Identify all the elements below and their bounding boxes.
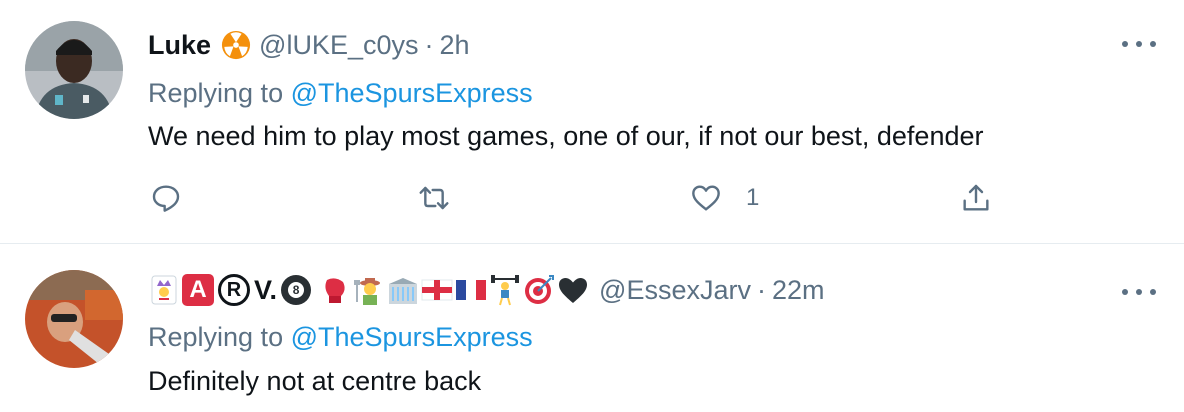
tweet-text: Definitely not at centre back	[148, 366, 482, 396]
retweet-icon	[419, 186, 449, 210]
eight-ball-icon: 8	[281, 275, 312, 305]
separator: ·	[424, 29, 434, 60]
handle[interactable]: @lUKE_c0ys	[259, 30, 418, 61]
more-options-icon[interactable]	[1122, 34, 1156, 54]
reply-button[interactable]	[150, 182, 206, 214]
handle[interactable]: @EssexJarv	[599, 275, 751, 306]
name-text: V.	[254, 274, 278, 305]
like-count: 1	[746, 184, 760, 211]
replying-to: Replying to @TheSpursExpress	[148, 322, 533, 353]
black-heart-icon	[557, 274, 589, 306]
direct-hit-icon	[523, 274, 555, 306]
avatar[interactable]	[25, 270, 123, 368]
tweet-header: A R V. 8 @EssexJarv · 22m	[148, 272, 825, 308]
letter-a-icon: A	[182, 274, 214, 306]
france-flag-icon	[455, 274, 487, 306]
replying-to: Replying to @TheSpursExpress	[148, 78, 533, 109]
boxing-glove-icon	[319, 274, 351, 306]
reply-icon	[152, 185, 180, 212]
england-flag-icon	[421, 274, 453, 306]
tweet[interactable]: A R V. 8 @EssexJarv · 22m Replying to @T…	[0, 244, 1184, 412]
joker-icon	[148, 274, 180, 306]
display-name[interactable]: A R V. 8	[148, 274, 591, 306]
tweet-header: Luke @lUKE_c0ys · 2h	[148, 27, 470, 63]
share-icon	[963, 184, 989, 211]
farmer-icon	[353, 274, 385, 306]
share-button[interactable]	[960, 182, 1016, 214]
display-name[interactable]: Luke	[148, 30, 211, 61]
more-options-icon[interactable]	[1122, 282, 1156, 302]
heart-icon	[692, 185, 720, 211]
registered-r-icon: R	[218, 274, 250, 306]
weightlifter-icon	[489, 274, 521, 306]
replying-mention-link[interactable]: @TheSpursExpress	[291, 322, 533, 352]
separator: ·	[757, 274, 766, 305]
eight-ball-number: 8	[288, 282, 305, 298]
replying-prefix: Replying to	[148, 322, 284, 352]
like-button[interactable]: 1	[690, 182, 759, 214]
classical-building-icon	[387, 274, 419, 306]
timestamp[interactable]: 2h	[440, 30, 470, 61]
replying-mention-link[interactable]: @TheSpursExpress	[291, 78, 533, 108]
avatar[interactable]	[25, 21, 123, 119]
replying-prefix: Replying to	[148, 78, 284, 108]
radioactive-icon	[221, 30, 251, 60]
retweet-button[interactable]	[418, 182, 474, 214]
timestamp[interactable]: 22m	[772, 275, 825, 306]
tweet-text: We need him to play most games, one of o…	[148, 121, 984, 151]
tweet[interactable]: Luke @lUKE_c0ys · 2h Replying to @TheSpu…	[0, 0, 1184, 244]
